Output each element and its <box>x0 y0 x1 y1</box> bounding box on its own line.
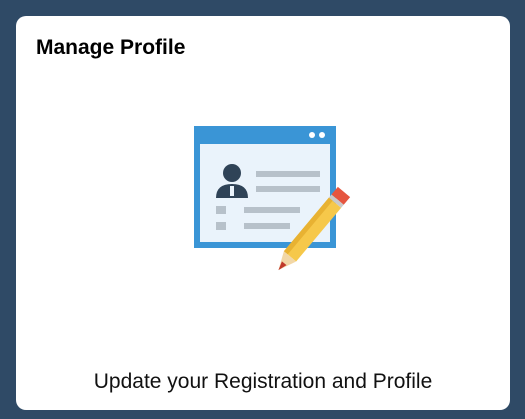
profile-line-1 <box>256 171 320 177</box>
list-square-2 <box>216 222 226 230</box>
list-line-2 <box>244 223 290 229</box>
list-line-1 <box>244 207 300 213</box>
profile-edit-icon <box>194 126 351 271</box>
tile-title: Manage Profile <box>36 36 186 59</box>
list-square-1 <box>216 206 226 214</box>
person-head <box>223 164 241 182</box>
page-background: Manage Profile Update your Registration … <box>0 0 525 419</box>
window-dot-1 <box>309 132 315 138</box>
profile-line-2 <box>256 186 320 192</box>
tile-caption: Update your Registration and Profile <box>93 370 433 393</box>
manage-profile-tile[interactable]: Manage Profile Update your Registration … <box>16 16 510 410</box>
window-dot-2 <box>319 132 325 138</box>
